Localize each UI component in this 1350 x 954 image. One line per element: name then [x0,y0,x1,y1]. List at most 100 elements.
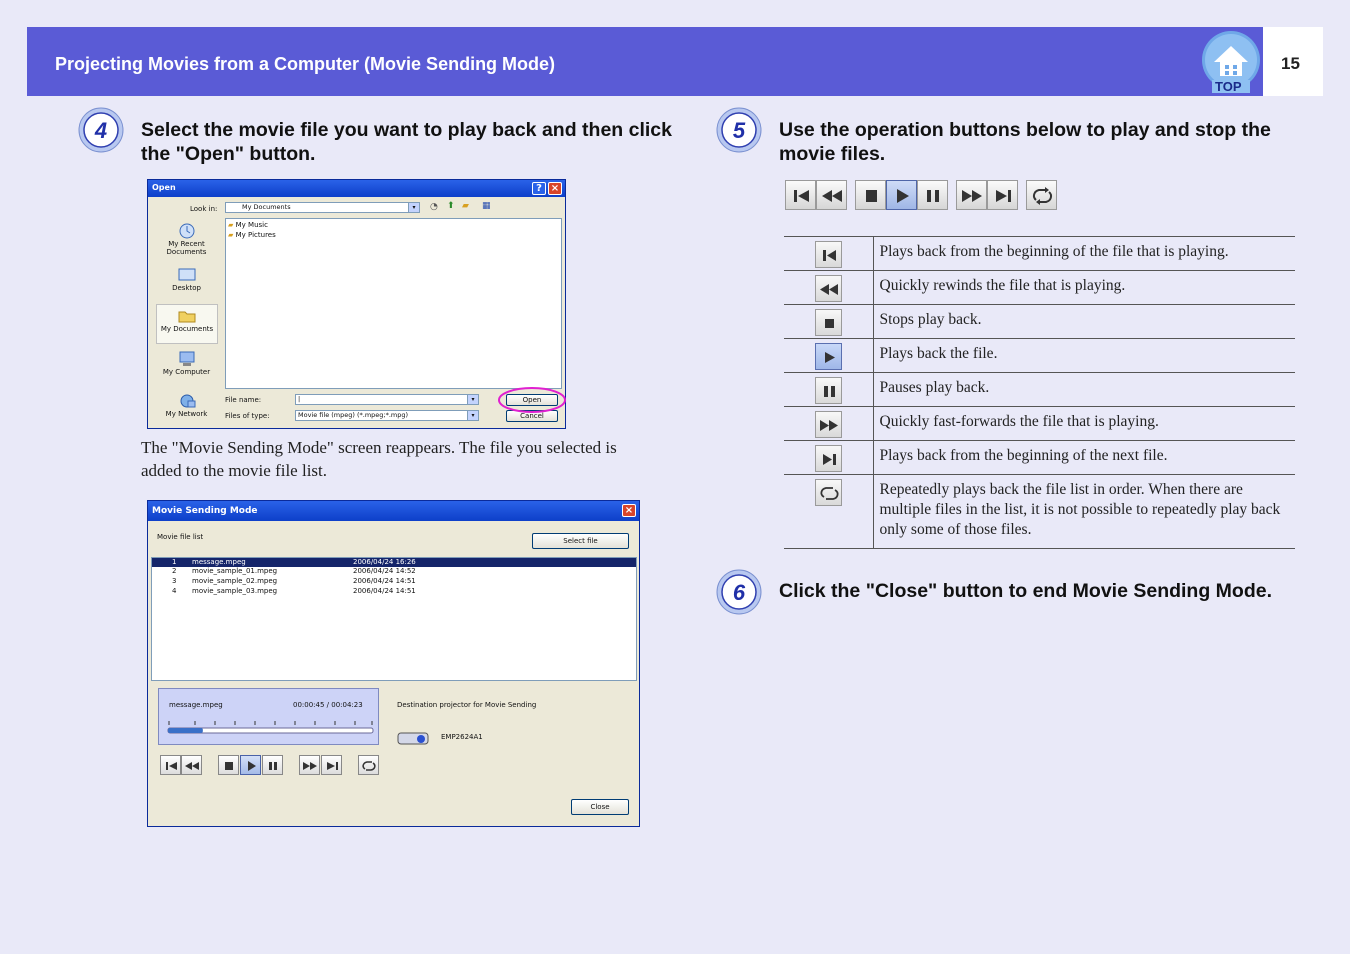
repeat-icon [362,761,376,771]
stop-icon [814,309,842,336]
folder-icon: ▰ [228,231,234,239]
close-icon[interactable]: × [622,504,636,517]
table-row[interactable]: 3 movie_sample_02.mpeg 2006/04/24 14:51 [152,577,636,587]
folder-icon: ▰ [228,221,234,229]
file-name-field[interactable]: | ▾ [295,394,479,405]
back-icon[interactable]: ◔ [430,202,438,212]
table-row: Pauses play back. [784,372,1295,407]
rewind-button[interactable] [816,180,847,210]
destination-label: Destination projector for Movie Sending [397,701,537,709]
top-button[interactable]: TOP [1200,30,1262,94]
projector-name: EMP2624A1 [441,733,483,741]
rewind-icon [822,190,842,202]
table-row[interactable]: 4 movie_sample_03.mpeg 2006/04/24 14:51 [152,587,636,597]
place-recent[interactable]: My Recent Documents [154,220,219,260]
skip-to-start-button[interactable] [785,180,816,210]
stop-button[interactable] [218,755,239,775]
pause-icon [814,377,842,404]
play-button[interactable] [240,755,261,775]
close-button[interactable]: Close [571,799,629,815]
time-readout: 00:00:45 / 00:04:23 [293,701,363,709]
rewind-icon [814,275,842,302]
place-label: My Documents [160,325,214,333]
control-description: Pauses play back. [873,372,1295,407]
look-in-label: Look in: [190,205,218,213]
projector-icon [397,732,429,745]
skip-to-next-button[interactable] [987,180,1018,210]
files-of-type-select[interactable]: Movie file (mpeg) (*.mpeg;*.mpg) ▾ [295,410,479,421]
control-description: Quickly fast-forwards the file that is p… [873,406,1295,441]
movie-file-table: 1 message.mpeg 2006/04/24 16:26 2 movie_… [151,557,637,681]
list-item[interactable]: ▰ My Music [228,221,268,229]
list-item[interactable]: ▰ My Pictures [228,231,276,239]
highlight-circle [498,387,566,413]
place-desktop[interactable]: Desktop [154,264,219,300]
table-row: Plays back from the beginning of the nex… [784,440,1295,475]
close-icon[interactable]: × [548,182,562,195]
now-playing-panel: message.mpeg 00:00:45 / 00:04:23 [158,688,379,745]
control-description: Plays back from the beginning of the nex… [873,440,1295,475]
pause-button[interactable] [262,755,283,775]
play-icon [897,189,909,203]
look-in-select[interactable]: My Documents ▾ [225,202,420,213]
views-icon[interactable]: ▦ [482,201,491,211]
step-4-number: 4 [94,118,107,143]
table-row: Plays back the file. [784,338,1295,373]
table-row: Plays back from the beginning of the fil… [784,236,1295,271]
control-description: Plays back from the beginning of the fil… [873,236,1295,271]
place-label: My Computer [162,368,211,376]
repeat-button[interactable] [1026,180,1057,210]
step-6-badge: 6 [716,569,762,615]
my-computer-icon [179,351,194,366]
controls-table: Plays back from the beginning of the fil… [784,236,1295,549]
up-folder-icon[interactable]: ⬆ [447,201,455,211]
fast-forward-button[interactable] [956,180,987,210]
skip-to-start-icon [794,190,809,202]
repeat-icon [814,479,842,506]
chevron-down-icon: ▾ [408,203,419,212]
place-my-network[interactable]: My Network [154,390,219,426]
place-my-documents[interactable]: My Documents [156,304,218,344]
skip-to-next-icon [327,762,338,770]
fast-forward-button[interactable] [299,755,320,775]
step-5-badge: 5 [716,107,762,153]
repeat-button[interactable] [358,755,379,775]
skip-to-next-button[interactable] [321,755,342,775]
rewind-button[interactable] [181,755,202,775]
stop-button[interactable] [855,180,886,210]
pause-button[interactable] [917,180,948,210]
repeat-icon [1032,187,1053,205]
places-bar: My Recent Documents Desktop My Documents… [154,216,219,424]
progress-slider[interactable] [167,719,375,737]
skip-to-start-button[interactable] [160,755,181,775]
new-folder-icon[interactable]: ▰ [462,201,469,211]
play-button[interactable] [886,180,917,210]
table-row[interactable]: 1 message.mpeg 2006/04/24 16:26 [152,558,636,567]
help-button[interactable]: ? [532,182,546,195]
fast-forward-icon [962,190,982,202]
progress-fill [168,728,203,733]
select-file-button[interactable]: Select file [532,533,629,549]
now-playing-name: message.mpeg [169,701,223,709]
control-description: Quickly rewinds the file that is playing… [873,270,1295,305]
chevron-down-icon: ▾ [467,411,478,420]
open-dialog: Open ? × Look in: My Documents ▾ ◔ ⬆ ▰ ▦… [147,179,566,429]
place-label: Desktop [172,284,201,292]
pause-icon [269,762,277,770]
table-row: Quickly rewinds the file that is playing… [784,270,1295,305]
rewind-icon [185,762,199,770]
step-5-text: Use the operation buttons below to play … [779,119,1271,165]
place-my-computer[interactable]: My Computer [154,348,219,384]
skip-to-start-icon [166,762,177,770]
movie-dialog-title: Movie Sending Mode [152,506,258,516]
control-description: Repeatedly plays back the file list in o… [873,474,1295,549]
play-icon [248,761,256,771]
my-network-icon [180,394,195,408]
table-row[interactable]: 2 movie_sample_01.mpeg 2006/04/24 14:52 [152,567,636,577]
movie-dialog-titlebar: Movie Sending Mode × [148,501,639,521]
skip-to-next-icon [814,445,842,472]
step-4-badge: 4 [78,107,124,153]
control-description: Stops play back. [873,304,1295,339]
table-row: Repeatedly plays back the file list in o… [784,474,1295,549]
stop-icon [866,190,877,202]
